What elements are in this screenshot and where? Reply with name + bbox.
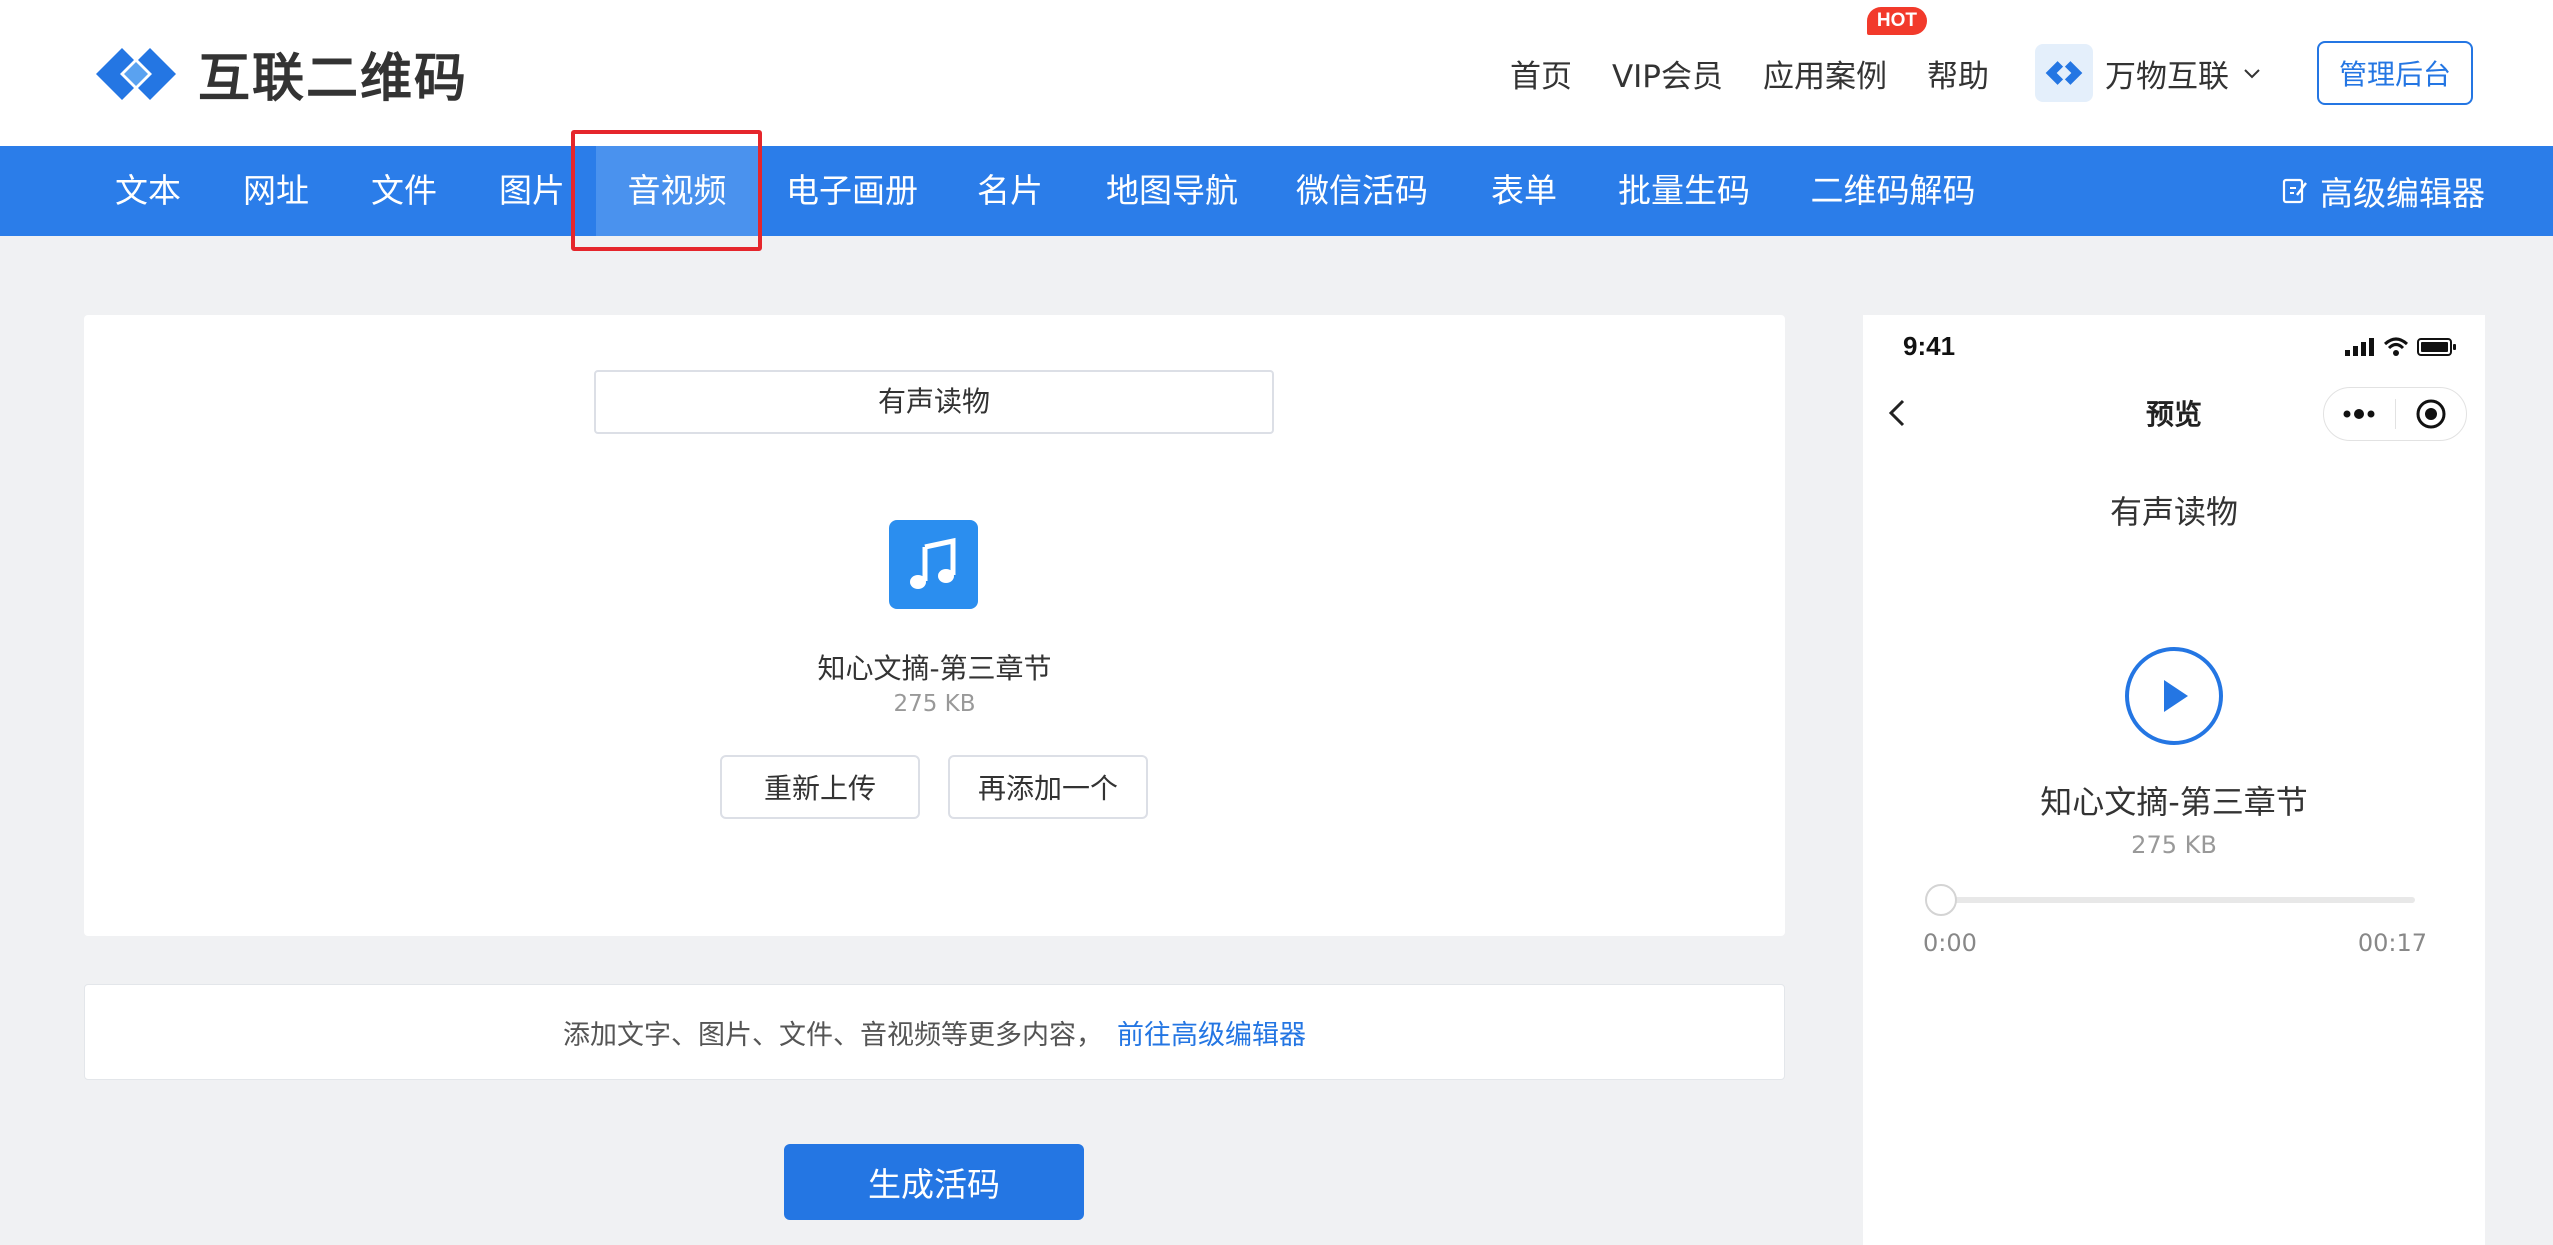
tab-ebook[interactable]: 电子画册	[770, 146, 934, 236]
nav-home[interactable]: 首页	[1510, 51, 1572, 96]
advanced-editor-link[interactable]: 高级编辑器	[2282, 146, 2485, 236]
avatar	[2035, 44, 2093, 102]
admin-button[interactable]: 管理后台	[2317, 41, 2473, 105]
chevron-down-icon	[2244, 69, 2260, 79]
tab-map-navigation[interactable]: 地图导航	[1096, 146, 1248, 236]
brand-logo[interactable]: 互联二维码	[88, 36, 468, 111]
nav-cases[interactable]: 应用案例 HOT	[1763, 6, 1927, 96]
status-icons	[2345, 337, 2457, 357]
avatar-logo-icon	[2045, 61, 2083, 85]
music-note-icon	[889, 520, 978, 609]
annotation-highlight-box	[571, 130, 762, 251]
file-name: 知心文摘-第三章节	[817, 652, 1052, 685]
tab-wechat-code[interactable]: 微信活码	[1286, 146, 1438, 236]
nav-help[interactable]: 帮助	[1927, 51, 1989, 96]
edit-icon	[2282, 178, 2307, 204]
signal-icon	[2345, 338, 2374, 356]
tab-form[interactable]: 表单	[1462, 146, 1586, 236]
more-content-text: 添加文字、图片、文件、音视频等更多内容，	[563, 1019, 1103, 1051]
progress-slider-knob[interactable]	[1925, 884, 1957, 916]
preview-file-name: 知心文摘-第三章节	[2040, 783, 2308, 821]
top-nav: 首页 VIP会员 应用案例 HOT 帮助 万物互联 管理后台	[1510, 0, 2553, 146]
more-options-icon[interactable]	[2324, 387, 2395, 441]
file-size: 275 KB	[893, 691, 976, 717]
time-current: 0:00	[1923, 929, 1977, 957]
status-time: 9:41	[1903, 331, 1956, 361]
play-icon	[2164, 680, 2188, 712]
mobile-preview: 9:41 预览 有声读物 知心文摘-第三章节 275 KB 0:00 00:17	[1863, 315, 2485, 1245]
nav-vip[interactable]: VIP会员	[1612, 51, 1723, 96]
preview-title: 有声读物	[2109, 493, 2238, 531]
title-input[interactable]: 有声读物	[594, 370, 1274, 434]
account-name: 万物互联	[2105, 58, 2229, 95]
time-total: 00:17	[2357, 929, 2427, 957]
preview-file-size: 275 KB	[2131, 831, 2217, 859]
play-button[interactable]	[2125, 647, 2223, 745]
tab-url[interactable]: 网址	[214, 146, 338, 236]
editor-card: 有声读物 知心文摘-第三章节 275 KB 重新上传 再添加一个	[84, 315, 1785, 936]
wifi-icon	[2383, 337, 2409, 356]
audio-progress-track[interactable]	[1925, 884, 2415, 916]
add-another-button[interactable]: 再添加一个	[948, 755, 1148, 819]
account-menu[interactable]: 万物互联	[2035, 44, 2263, 102]
tab-file[interactable]: 文件	[342, 146, 466, 236]
more-content-bar: 添加文字、图片、文件、音视频等更多内容， 前往高级编辑器	[84, 984, 1785, 1080]
tab-text[interactable]: 文本	[86, 146, 210, 236]
logo-icon	[96, 47, 176, 100]
tab-qr-decode[interactable]: 二维码解码	[1800, 146, 1986, 236]
nav-cases-label: 应用案例	[1763, 58, 1887, 95]
miniprogram-capsule	[2323, 387, 2467, 441]
go-advanced-editor-link[interactable]: 前往高级编辑器	[1117, 1013, 1306, 1052]
hot-badge: HOT	[1866, 6, 1927, 35]
tab-business-card[interactable]: 名片	[948, 146, 1072, 236]
top-header: 互联二维码 首页 VIP会员 应用案例 HOT 帮助 万物互联 管理后台	[0, 0, 2553, 146]
battery-icon	[2417, 338, 2456, 356]
main-nav: 文本 网址 文件 图片 音视频 电子画册 名片 地图导航 微信活码 表单 批量生…	[0, 146, 2553, 236]
generate-code-button[interactable]: 生成活码	[784, 1144, 1084, 1220]
reupload-button[interactable]: 重新上传	[720, 755, 920, 819]
advanced-editor-label: 高级编辑器	[2320, 174, 2485, 213]
brand-name: 互联二维码	[198, 49, 469, 109]
tab-batch-generate[interactable]: 批量生码	[1608, 146, 1760, 236]
close-target-icon[interactable]	[2396, 387, 2467, 441]
